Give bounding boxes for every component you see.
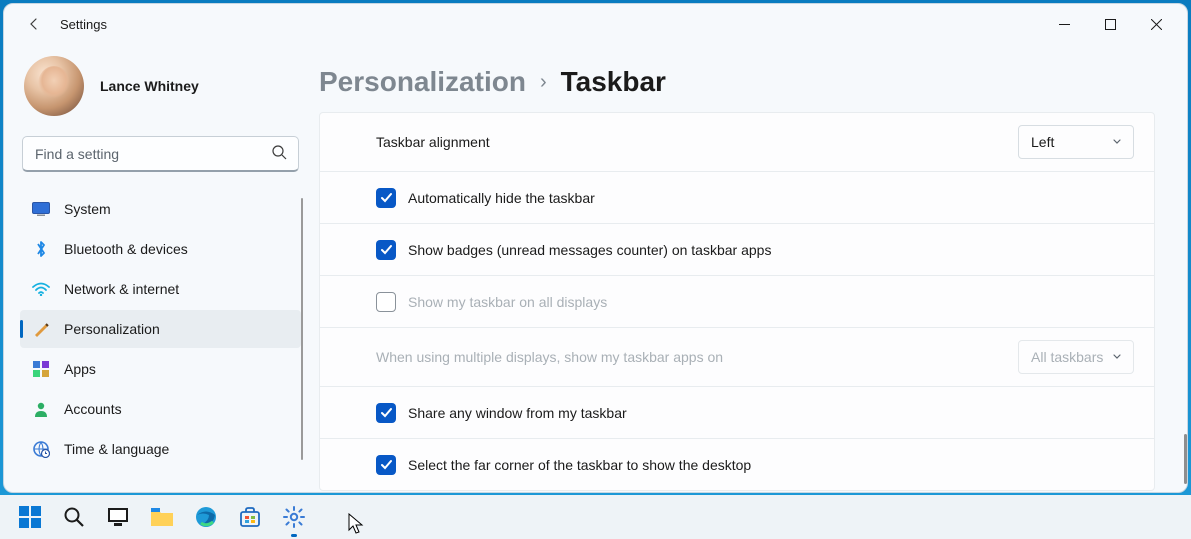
os-taskbar [0, 495, 1191, 539]
sidebar-item-label: Bluetooth & devices [64, 241, 188, 257]
globe-clock-icon [32, 440, 50, 458]
sidebar-item-label: Network & internet [64, 281, 179, 297]
taskbar-search[interactable] [52, 495, 96, 539]
sidebar-item-network[interactable]: Network & internet [20, 270, 301, 308]
sidebar-item-label: System [64, 201, 111, 217]
chevron-right-icon: › [540, 71, 547, 94]
paintbrush-icon [32, 320, 50, 338]
person-icon [32, 400, 50, 418]
search-input[interactable] [22, 136, 299, 172]
breadcrumb-current: Taskbar [561, 66, 666, 98]
alignment-dropdown[interactable]: Left [1018, 125, 1134, 159]
row-all-displays: Show my taskbar on all displays [320, 275, 1154, 327]
checkbox-all-displays [376, 292, 396, 312]
row-far-corner[interactable]: Select the far corner of the taskbar to … [320, 438, 1154, 490]
breadcrumb: Personalization › Taskbar [319, 66, 1155, 98]
sidebar-item-system[interactable]: System [20, 190, 301, 228]
multi-display-dropdown: All taskbars [1018, 340, 1134, 374]
scrollbar-thumb[interactable] [1184, 434, 1187, 484]
dropdown-value: All taskbars [1031, 349, 1103, 365]
sidebar-item-label: Personalization [64, 321, 160, 337]
checkbox-auto-hide[interactable] [376, 188, 396, 208]
row-multi-display: When using multiple displays, show my ta… [320, 327, 1154, 386]
sidebar-item-label: Time & language [64, 441, 169, 457]
username: Lance Whitney [100, 78, 199, 94]
row-label: Show my taskbar on all displays [408, 294, 1134, 310]
row-label: Taskbar alignment [376, 134, 1018, 150]
sidebar-item-time[interactable]: Time & language [20, 430, 301, 468]
apps-icon [32, 360, 50, 378]
avatar [24, 56, 84, 116]
checkbox-share-window[interactable] [376, 403, 396, 423]
nav-list: System Bluetooth & devices Network & int… [20, 190, 301, 468]
taskbar-settings[interactable] [272, 495, 316, 539]
mouse-cursor-icon [348, 513, 364, 535]
dropdown-value: Left [1031, 134, 1054, 150]
window-title: Settings [60, 17, 107, 32]
chevron-down-icon [1111, 134, 1123, 150]
row-badges[interactable]: Show badges (unread messages counter) on… [320, 223, 1154, 275]
close-button[interactable] [1133, 8, 1179, 40]
row-label: When using multiple displays, show my ta… [376, 349, 1018, 365]
titlebar: Settings [4, 4, 1187, 44]
taskbar-edge[interactable] [184, 495, 228, 539]
sidebar-item-label: Apps [64, 361, 96, 377]
row-label: Automatically hide the taskbar [408, 190, 1134, 206]
sidebar-item-apps[interactable]: Apps [20, 350, 301, 388]
row-label: Share any window from my taskbar [408, 405, 1134, 421]
breadcrumb-parent[interactable]: Personalization [319, 66, 526, 98]
row-share-window[interactable]: Share any window from my taskbar [320, 386, 1154, 438]
maximize-button[interactable] [1087, 8, 1133, 40]
chevron-down-icon [1111, 349, 1123, 365]
profile-block[interactable]: Lance Whitney [20, 44, 301, 136]
search-icon[interactable] [271, 144, 291, 164]
row-label: Select the far corner of the taskbar to … [408, 457, 1134, 473]
main-content: Personalization › Taskbar Taskbar alignm… [309, 44, 1187, 492]
row-auto-hide[interactable]: Automatically hide the taskbar [320, 171, 1154, 223]
sidebar-item-accounts[interactable]: Accounts [20, 390, 301, 428]
minimize-button[interactable] [1041, 8, 1087, 40]
start-button[interactable] [8, 495, 52, 539]
back-button[interactable] [24, 14, 44, 34]
taskbar-file-explorer[interactable] [140, 495, 184, 539]
checkbox-badges[interactable] [376, 240, 396, 260]
sidebar: Lance Whitney System [4, 44, 309, 492]
taskbar-store[interactable] [228, 495, 272, 539]
sidebar-item-bluetooth[interactable]: Bluetooth & devices [20, 230, 301, 268]
sidebar-item-personalization[interactable]: Personalization [20, 310, 301, 348]
sidebar-item-label: Accounts [64, 401, 122, 417]
settings-panel: Taskbar alignment Left Automatically hid… [319, 112, 1155, 491]
row-label: Show badges (unread messages counter) on… [408, 242, 1134, 258]
taskbar-task-view[interactable] [96, 495, 140, 539]
window-controls [1041, 8, 1179, 40]
bluetooth-icon [32, 240, 50, 258]
row-taskbar-alignment: Taskbar alignment Left [320, 113, 1154, 171]
settings-window: Settings Lance Whitney [3, 3, 1188, 493]
monitor-icon [32, 200, 50, 218]
checkbox-far-corner[interactable] [376, 455, 396, 475]
wifi-icon [32, 280, 50, 298]
